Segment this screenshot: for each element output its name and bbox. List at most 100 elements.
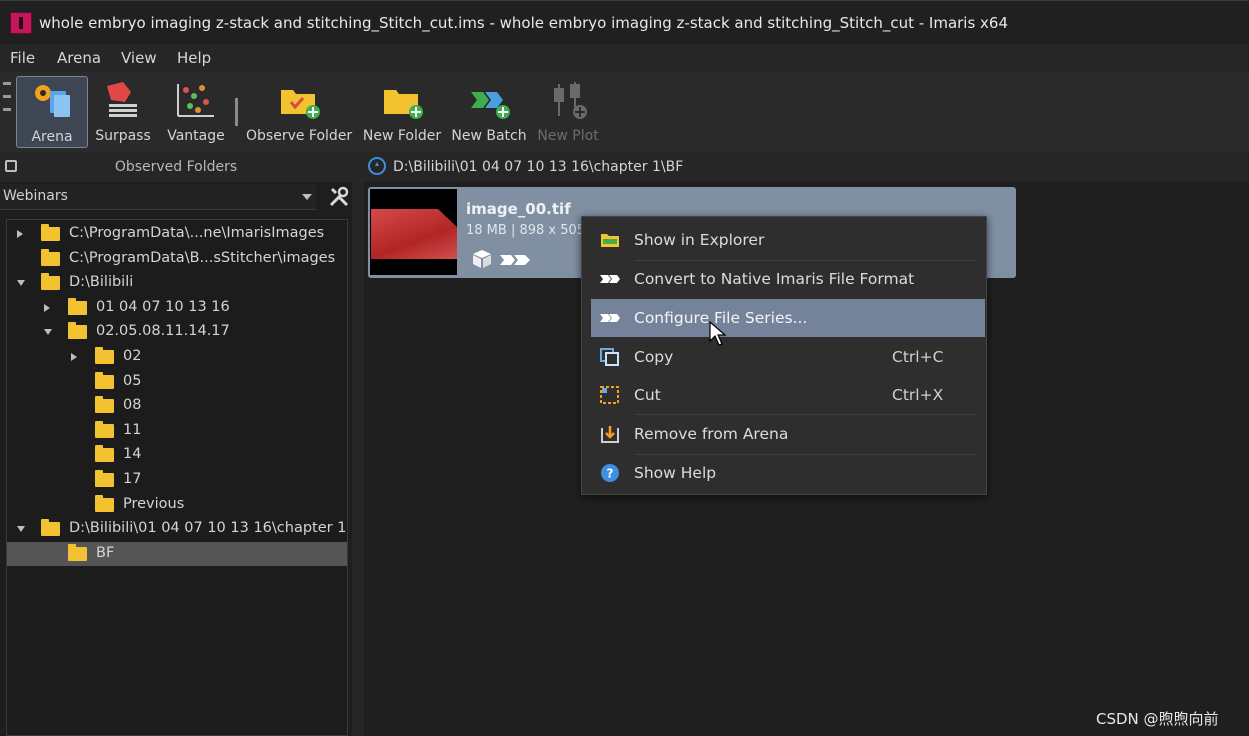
panel-splitter[interactable]	[352, 152, 364, 736]
file-name: image_00.tif	[466, 200, 571, 218]
tree-item[interactable]: D:\Bilibili	[7, 271, 347, 295]
tree-item[interactable]: 08	[7, 394, 347, 418]
tree-item-label: D:\Bilibili\01 04 07 10 13 16\chapter 1	[69, 520, 347, 537]
toolbar-grip-icon[interactable]	[3, 82, 11, 132]
new-plot-icon	[554, 82, 587, 119]
vantage-button-label: Vantage	[167, 128, 225, 144]
menu-file[interactable]: File	[10, 49, 35, 67]
file-series-icon	[600, 314, 620, 322]
new-folder-icon	[384, 90, 423, 119]
chevron-right-icon[interactable]	[71, 353, 77, 361]
file-thumbnail	[370, 189, 457, 275]
tree-item-label: 01 04 07 10 13 16	[96, 298, 230, 315]
menu-item-label: Copy	[634, 348, 674, 366]
mouse-cursor-icon	[709, 321, 727, 346]
folder-icon	[41, 224, 60, 241]
tree-item[interactable]: 11	[7, 419, 347, 443]
observe-folder-icon	[281, 90, 320, 119]
folder-icon	[95, 445, 114, 463]
menu-item-convert-native[interactable]: Convert to Native Imaris File Format	[591, 260, 985, 298]
observed-folders-header: Observed Folders	[0, 152, 352, 182]
menu-arena[interactable]: Arena	[57, 49, 101, 67]
chevron-down-icon[interactable]	[17, 280, 25, 287]
surpass-icon	[107, 82, 137, 117]
tree-item[interactable]: BF	[7, 541, 347, 566]
copy-icon	[600, 348, 619, 366]
menu-item-configure-file-series[interactable]: Configure File Series...	[591, 299, 985, 337]
tree-item[interactable]: 14	[7, 443, 347, 467]
tree-item-label: C:\ProgramData\...ne\ImarisImages	[69, 225, 325, 241]
arena-button-label: Arena	[31, 129, 73, 145]
menu-view[interactable]: View	[121, 49, 157, 67]
path-bar: D:\Bilibili\01 04 07 10 13 16\chapter 1\…	[364, 152, 1249, 182]
new-batch-button[interactable]: New Batch	[449, 76, 529, 148]
file-series-icon	[500, 255, 530, 265]
folder-icon	[95, 420, 114, 438]
folder-explorer-icon	[601, 234, 619, 247]
context-menu: Show in Explorer Convert to Native Imari…	[581, 216, 987, 495]
tree-item[interactable]: 01 04 07 10 13 16	[7, 296, 347, 320]
current-path: D:\Bilibili\01 04 07 10 13 16\chapter 1\…	[393, 159, 684, 175]
observed-folders-combo[interactable]: Webinars	[0, 184, 316, 210]
help-icon: ?	[601, 464, 619, 482]
menu-item-label: Show in Explorer	[634, 231, 765, 249]
tree-item-label: 14	[123, 446, 142, 463]
vantage-icon	[177, 84, 214, 117]
new-folder-button[interactable]: New Folder	[360, 76, 444, 148]
tree-item-label: D:\Bilibili	[69, 274, 134, 291]
menu-item-label: Show Help	[634, 464, 717, 482]
arena-icon	[35, 85, 70, 117]
tree-item-label: Previous	[123, 495, 185, 512]
folder-icon	[41, 248, 60, 266]
tree-item[interactable]: 02.05.08.11.14.17	[7, 320, 347, 344]
new-plot-button[interactable]: New Plot	[534, 76, 602, 148]
menu-item-remove-from-arena[interactable]: Remove from Arena	[591, 415, 985, 453]
new-folder-button-label: New Folder	[362, 128, 442, 144]
menu-item-copy[interactable]: Copy Ctrl+C	[591, 338, 985, 376]
new-batch-button-label: New Batch	[451, 128, 527, 144]
svg-text:?: ?	[607, 467, 614, 481]
chevron-down-icon[interactable]	[44, 329, 52, 336]
tree-item[interactable]: 02	[7, 345, 347, 369]
remove-icon	[601, 426, 619, 443]
menu-help[interactable]: Help	[177, 49, 211, 67]
menu-item-cut[interactable]: Cut Ctrl+X	[591, 376, 985, 414]
tree-item[interactable]: D:\Bilibili\01 04 07 10 13 16\chapter 1	[7, 517, 347, 541]
main-toolbar: Arena Surpass Vantage Observe Folder New…	[0, 72, 1249, 152]
tree-item[interactable]: C:\ProgramData\B...sStitcher\images	[7, 247, 347, 271]
tree-item[interactable]: C:\ProgramData\...ne\ImarisImages	[7, 222, 347, 246]
observed-folders-title: Observed Folders	[114, 159, 238, 175]
toolbar-separator	[235, 98, 238, 126]
surpass-button-label: Surpass	[95, 128, 151, 144]
folder-icon	[95, 396, 114, 414]
observe-folder-button[interactable]: Observe Folder	[246, 76, 352, 148]
tools-icon[interactable]	[328, 186, 350, 208]
tree-item[interactable]: 05	[7, 370, 347, 394]
convert-icon	[600, 275, 620, 283]
tree-item-label: 11	[123, 421, 142, 438]
vantage-button[interactable]: Vantage	[160, 76, 232, 148]
folder-icon	[68, 543, 87, 561]
folder-tree: C:\ProgramData\...ne\ImarisImages C:\Prog…	[6, 219, 348, 736]
chevron-down-icon[interactable]	[17, 526, 25, 533]
watermark: CSDN @煦煦向前	[1096, 710, 1219, 728]
window-title: whole embryo imaging z-stack and stitchi…	[39, 14, 1009, 32]
observe-folder-button-label: Observe Folder	[246, 128, 353, 144]
folder-icon	[68, 322, 87, 340]
navigate-up-icon[interactable]	[368, 157, 386, 175]
shortcut-cut: Ctrl+X	[892, 386, 944, 404]
menu-item-show-help[interactable]: ? Show Help	[591, 454, 985, 492]
arena-button[interactable]: Arena	[16, 76, 88, 148]
tree-item-label: 08	[123, 397, 142, 414]
imaris-app-icon	[10, 12, 32, 34]
tree-item[interactable]: Previous	[7, 493, 347, 517]
shortcut-copy: Ctrl+C	[892, 348, 944, 366]
chevron-right-icon[interactable]	[44, 303, 50, 312]
surpass-button[interactable]: Surpass	[92, 76, 154, 148]
tree-item-label: 17	[123, 471, 142, 487]
tree-item[interactable]: 17	[7, 468, 347, 492]
menu-item-show-in-explorer[interactable]: Show in Explorer	[591, 221, 985, 259]
chevron-right-icon[interactable]	[17, 230, 23, 238]
folder-icon	[95, 494, 114, 512]
folder-icon	[95, 470, 114, 487]
